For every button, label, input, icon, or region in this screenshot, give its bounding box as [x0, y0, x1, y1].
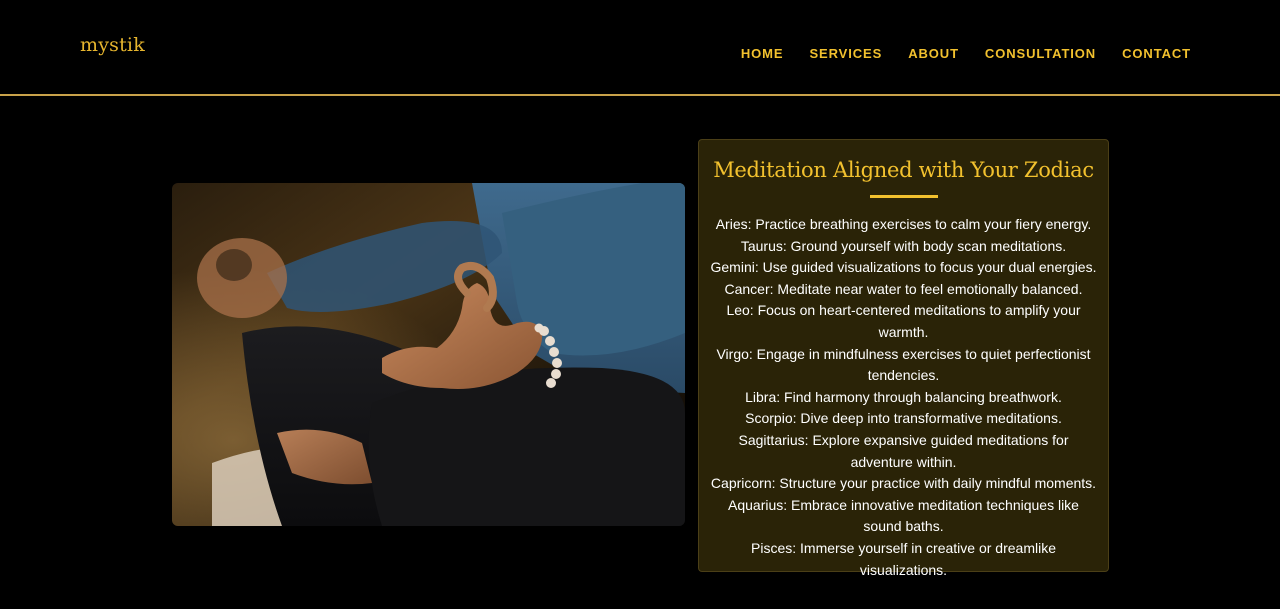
nav-about-link[interactable]: ABOUT [908, 46, 959, 62]
zodiac-item-aries: Aries: Practice breathing exercises to c… [715, 216, 1092, 232]
zodiac-list: Aries: Practice breathing exercises to c… [699, 214, 1108, 581]
zodiac-meditation-card: Meditation Aligned with Your Zodiac Arie… [698, 139, 1109, 578]
zodiac-item-virgo: Virgo: Engage in mindfulness exercises t… [716, 345, 1091, 384]
logo[interactable]: mystik [80, 34, 145, 56]
zodiac-item-cancer: Cancer: Meditate near water to feel emot… [724, 280, 1083, 297]
zodiac-item-gemini: Gemini: Use guided visualizations to foc… [710, 259, 1097, 276]
meditation-illustration [172, 183, 685, 526]
site-header: mystik HOME SERVICES ABOUT CONSULTATION … [0, 0, 1280, 96]
zodiac-item-aquarius: Aquarius: Embrace innovative meditation … [728, 496, 1079, 535]
main-nav: HOME SERVICES ABOUT CONSULTATION CONTACT [741, 46, 1191, 62]
zodiac-item-taurus: Taurus: Ground yourself with body scan m… [740, 237, 1067, 254]
zodiac-item-scorpio: Scorpio: Dive deep into transformative m… [745, 410, 1062, 427]
meditation-photo [172, 183, 685, 526]
zodiac-item-capricorn: Capricorn: Structure your practice with … [710, 475, 1097, 492]
nav-consultation-link[interactable]: CONSULTATION [985, 46, 1096, 62]
zodiac-item-sagittarius: Sagittarius: Explore expansive guided me… [738, 431, 1069, 470]
zodiac-item-pisces: Pisces: Immerse yourself in creative or … [751, 539, 1056, 578]
zodiac-item-leo: Leo: Focus on heart-centered meditations… [726, 302, 1081, 340]
nav-services-link[interactable]: SERVICES [809, 46, 882, 62]
nav-contact-link[interactable]: CONTACT [1122, 46, 1191, 62]
nav-home-link[interactable]: HOME [741, 46, 784, 62]
title-underline [869, 195, 938, 198]
zodiac-item-libra: Libra: Find harmony through balancing br… [745, 388, 1062, 405]
card-title: Meditation Aligned with Your Zodiac [713, 158, 1094, 182]
